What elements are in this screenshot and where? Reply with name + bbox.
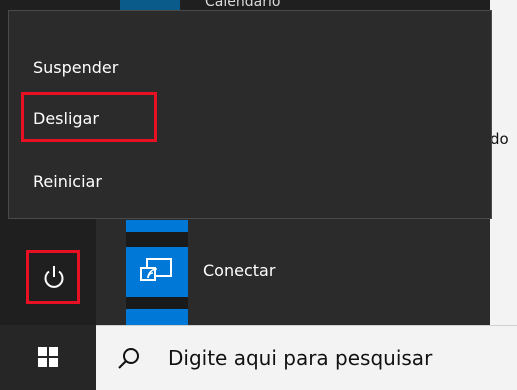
- connect-icon: [140, 258, 172, 281]
- taskbar: [0, 325, 517, 390]
- background-text-fragment-right: do: [490, 130, 509, 148]
- menu-item-label: Suspender: [33, 58, 119, 77]
- background-text-fragment: Calendário: [205, 0, 281, 10]
- menu-item-label: Reiniciar: [33, 172, 102, 191]
- windows-logo-icon: [38, 347, 58, 367]
- menu-item-restart[interactable]: Reiniciar: [9, 162, 491, 202]
- search-input[interactable]: [168, 340, 508, 376]
- tile-fragment-bottom: [126, 309, 188, 325]
- menu-item-suspend[interactable]: Suspender: [9, 48, 491, 88]
- background-window-fragment: [490, 0, 517, 325]
- shutdown-highlight-box: [21, 92, 157, 142]
- power-icon: [44, 266, 64, 288]
- start-button[interactable]: [0, 325, 96, 390]
- connect-label[interactable]: Conectar: [203, 261, 275, 280]
- power-button[interactable]: [26, 250, 80, 304]
- connect-tile[interactable]: [126, 247, 188, 297]
- tile-fragment-top: [126, 220, 188, 232]
- taskbar-search-box[interactable]: [96, 325, 517, 390]
- search-icon: [118, 348, 139, 369]
